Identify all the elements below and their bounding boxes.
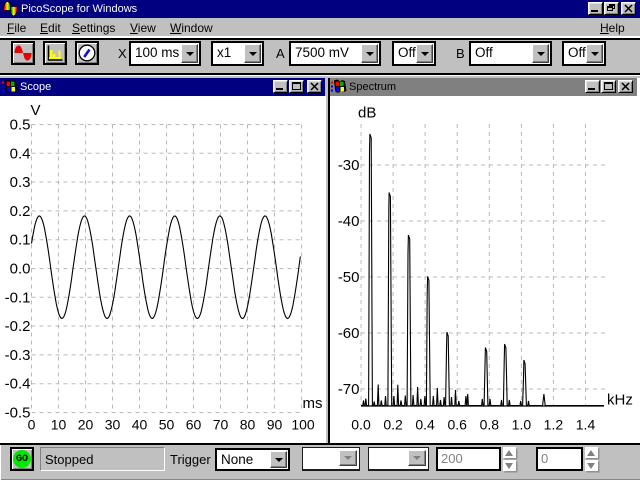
svg-text:-30: -30	[338, 157, 360, 174]
svg-text:90: 90	[267, 417, 283, 433]
svg-text:1.2: 1.2	[544, 417, 564, 433]
svg-text:0.5: 0.5	[10, 117, 31, 134]
svg-text:50: 50	[159, 417, 175, 433]
svg-text:dB: dB	[358, 105, 376, 122]
svg-text:80: 80	[240, 417, 256, 433]
svg-text:0.6: 0.6	[447, 417, 467, 433]
svg-text:0.2: 0.2	[383, 417, 403, 433]
svg-text:0.4: 0.4	[10, 145, 31, 162]
svg-text:60: 60	[186, 417, 202, 433]
svg-text:-40: -40	[338, 213, 360, 230]
svg-text:20: 20	[78, 417, 94, 433]
svg-text:1.0: 1.0	[512, 417, 532, 433]
svg-text:-50: -50	[338, 269, 360, 286]
svg-text:0.0: 0.0	[351, 417, 371, 433]
svg-text:0.8: 0.8	[480, 417, 500, 433]
svg-text:0.3: 0.3	[10, 174, 31, 191]
svg-text:70: 70	[213, 417, 229, 433]
svg-text:-0.1: -0.1	[5, 289, 31, 306]
svg-text:1.4: 1.4	[576, 417, 596, 433]
svg-text:0.2: 0.2	[10, 203, 31, 220]
svg-text:40: 40	[132, 417, 148, 433]
svg-text:-0.3: -0.3	[5, 347, 31, 364]
svg-text:-70: -70	[338, 381, 360, 398]
svg-text:kHz: kHz	[607, 392, 633, 409]
svg-text:0: 0	[28, 417, 36, 433]
svg-text:0.0: 0.0	[10, 261, 31, 278]
svg-text:0.1: 0.1	[10, 232, 31, 249]
svg-text:-0.2: -0.2	[5, 318, 31, 335]
svg-text:-0.4: -0.4	[5, 376, 31, 393]
svg-text:ms: ms	[303, 395, 323, 412]
svg-text:10: 10	[51, 417, 67, 433]
svg-text:30: 30	[105, 417, 121, 433]
svg-text:0.4: 0.4	[415, 417, 435, 433]
svg-text:-60: -60	[338, 325, 360, 342]
svg-text:100: 100	[291, 417, 315, 433]
svg-text:V: V	[31, 102, 41, 119]
